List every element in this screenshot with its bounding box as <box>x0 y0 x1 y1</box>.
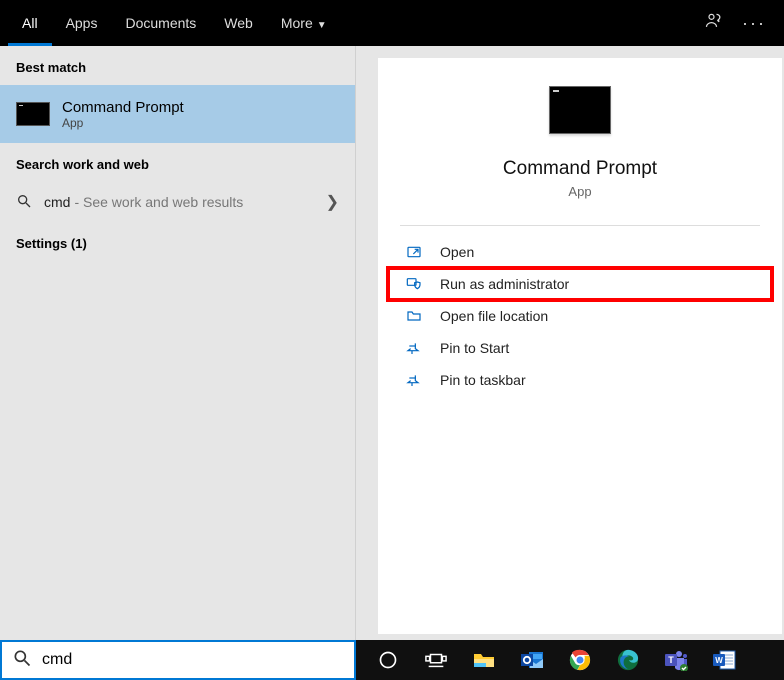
command-prompt-icon <box>16 102 50 126</box>
search-box[interactable] <box>0 640 356 680</box>
action-open-label: Open <box>440 244 474 260</box>
shield-admin-icon <box>406 276 428 292</box>
settings-header: Settings (1) <box>0 222 355 261</box>
tab-more[interactable]: More ▼ <box>267 0 341 46</box>
feedback-icon[interactable] <box>704 11 724 36</box>
action-pin-taskbar-label: Pin to taskbar <box>440 372 526 388</box>
action-pin-to-taskbar[interactable]: Pin to taskbar <box>388 364 772 396</box>
web-query: cmd <box>44 194 70 210</box>
action-pin-to-start[interactable]: Pin to Start <box>388 332 772 364</box>
action-open-file-location[interactable]: Open file location <box>388 300 772 332</box>
command-prompt-icon <box>549 86 611 134</box>
best-match-header: Best match <box>0 46 355 85</box>
taskbar-chrome[interactable] <box>560 640 600 680</box>
best-match-title: Command Prompt <box>62 99 184 116</box>
svg-text:W: W <box>715 656 723 665</box>
taskbar-edge[interactable] <box>608 640 648 680</box>
action-open-location-label: Open file location <box>440 308 548 324</box>
taskbar-task-view[interactable] <box>416 640 456 680</box>
tab-apps[interactable]: Apps <box>52 0 112 46</box>
results-panel: Best match Command Prompt App Search wor… <box>0 46 356 640</box>
pin-icon <box>406 340 428 356</box>
taskbar: T W <box>356 640 784 680</box>
tab-web[interactable]: Web <box>210 0 267 46</box>
web-search-result[interactable]: cmd - See work and web results ❯ <box>0 182 355 222</box>
search-icon <box>16 193 34 212</box>
detail-panel: Command Prompt App Open <box>378 58 782 634</box>
folder-icon <box>406 308 428 324</box>
action-run-as-administrator[interactable]: Run as administrator <box>388 268 772 300</box>
web-hint: - See work and web results <box>74 194 243 210</box>
chevron-right-icon: ❯ <box>326 192 339 212</box>
tab-documents[interactable]: Documents <box>111 0 210 46</box>
action-pin-start-label: Pin to Start <box>440 340 509 356</box>
chevron-down-icon: ▼ <box>317 20 327 31</box>
taskbar-file-explorer[interactable] <box>464 640 504 680</box>
search-tabs: All Apps Documents Web More ▼ ··· <box>0 0 784 46</box>
best-match-result[interactable]: Command Prompt App <box>0 85 355 143</box>
taskbar-word[interactable]: W <box>704 640 744 680</box>
detail-subtitle: App <box>378 184 782 199</box>
taskbar-outlook[interactable] <box>512 640 552 680</box>
tab-more-label: More <box>281 15 313 31</box>
ellipsis-icon[interactable]: ··· <box>742 13 766 34</box>
pin-icon <box>406 372 428 388</box>
action-run-admin-label: Run as administrator <box>440 276 569 292</box>
svg-text:T: T <box>668 655 674 665</box>
taskbar-teams[interactable]: T <box>656 640 696 680</box>
taskbar-cortana[interactable] <box>368 640 408 680</box>
action-open[interactable]: Open <box>388 236 772 268</box>
detail-panel-wrapper: Command Prompt App Open <box>356 46 784 640</box>
open-icon <box>406 244 428 260</box>
divider <box>400 225 760 226</box>
best-match-subtitle: App <box>62 116 184 130</box>
work-web-header: Search work and web <box>0 143 355 182</box>
detail-title: Command Prompt <box>378 158 782 180</box>
search-icon <box>12 648 32 673</box>
tab-all[interactable]: All <box>8 0 52 46</box>
search-input[interactable] <box>42 651 344 669</box>
